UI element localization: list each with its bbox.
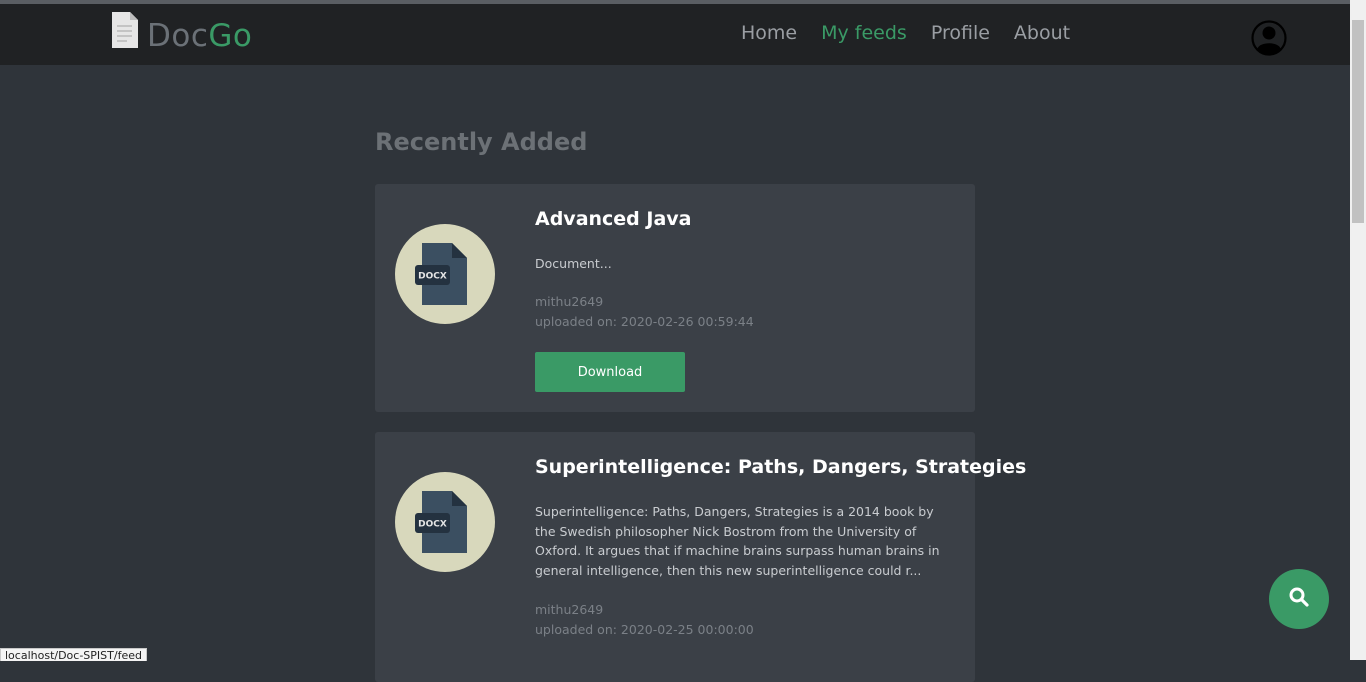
card-meta: mithu2649 uploaded on: 2020-02-26 00:59:… xyxy=(535,292,754,332)
nav-menu: Home My feeds Profile About xyxy=(741,22,1094,44)
nav-profile[interactable]: Profile xyxy=(931,22,990,44)
card-title[interactable]: Advanced Java xyxy=(535,208,692,230)
brand-go: Go xyxy=(208,18,253,54)
nav-home[interactable]: Home xyxy=(741,22,797,44)
document-card: DOCX Advanced Java Document... mithu2649… xyxy=(375,184,975,412)
card-upload-date: uploaded on: 2020-02-26 00:59:44 xyxy=(535,314,754,329)
docx-badge: DOCX xyxy=(418,272,447,282)
brand-logo[interactable]: DocGo xyxy=(110,12,252,58)
nav-about[interactable]: About xyxy=(1014,22,1070,44)
docx-file-icon: DOCX xyxy=(415,491,475,553)
search-icon xyxy=(1288,586,1310,612)
document-thumbnail: DOCX xyxy=(395,224,495,324)
card-upload-date: uploaded on: 2020-02-25 00:00:00 xyxy=(535,622,754,637)
card-meta: mithu2649 uploaded on: 2020-02-25 00:00:… xyxy=(535,600,754,640)
document-thumbnail: DOCX xyxy=(395,472,495,572)
card-description: Document... xyxy=(535,256,612,271)
document-icon xyxy=(110,12,140,48)
download-button[interactable]: Download xyxy=(535,352,685,392)
navbar: DocGo Home My feeds Profile About xyxy=(0,4,1350,65)
brand-name: DocGo xyxy=(147,18,252,54)
card-author: mithu2649 xyxy=(535,294,604,309)
docx-badge: DOCX xyxy=(418,520,447,530)
status-bar-url: localhost/Doc-SPIST/feed xyxy=(0,648,147,661)
nav-my-feeds[interactable]: My feeds xyxy=(821,22,907,44)
card-title[interactable]: Superintelligence: Paths, Dangers, Strat… xyxy=(535,456,1026,478)
card-author: mithu2649 xyxy=(535,602,604,617)
search-button[interactable] xyxy=(1269,569,1329,629)
document-card: DOCX Superintelligence: Paths, Dangers, … xyxy=(375,432,1026,682)
card-description: Superintelligence: Paths, Dangers, Strat… xyxy=(535,504,940,578)
scrollbar-thumb[interactable] xyxy=(1352,20,1364,223)
section-title: Recently Added xyxy=(375,128,588,156)
user-circle-icon[interactable] xyxy=(1251,20,1287,56)
brand-doc: Doc xyxy=(147,18,209,54)
docx-file-icon: DOCX xyxy=(415,243,475,305)
page-scrollbar[interactable] xyxy=(1350,0,1366,660)
